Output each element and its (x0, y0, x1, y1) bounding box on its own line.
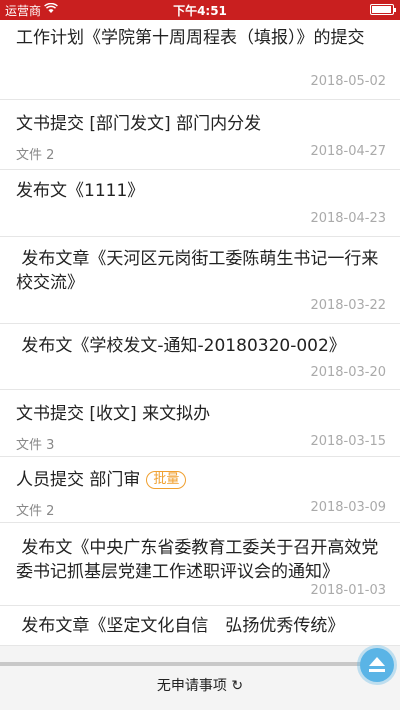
item-title: 发布文《学校发文-通知-20180320-002》 (16, 336, 346, 356)
item-title: 发布文章《天河区元岗街工委陈萌生书记一行来校交流》 (16, 249, 379, 293)
item-title: 发布文《1111》 (16, 181, 145, 201)
item-title: 文书提交 [部门发文] 部门内分发 (16, 114, 262, 134)
item-title: 工作计划《学院第十周周程表（填报）》的提交 (16, 28, 365, 48)
item-file-count: 文件 2 (16, 148, 55, 163)
item-date: 2018-03-20 (310, 365, 386, 380)
status-bar: 运营商 下午4:51 (0, 0, 400, 20)
item-date: 2018-03-15 (310, 434, 386, 449)
item-title: 文书提交 [收文] 来文拟办 (16, 404, 211, 424)
item-title-row: 人员提交 部门审 批量 (16, 468, 386, 492)
list-item[interactable]: 文书提交 [部门发文] 部门内分发 文件 2 2018-04-27 (0, 100, 400, 170)
task-list: 工作计划《学院第十周周程表（填报）》的提交 2018-05-02 文书提交 [部… (0, 20, 400, 646)
footer-bar[interactable]: 无申请事项 ↻ (0, 666, 400, 710)
item-title: 人员提交 部门审 (16, 470, 141, 490)
item-title: 发布文《中央广东省委教育工委关于召开高效党委书记抓基层党建工作述职评议会的通知》 (16, 538, 379, 582)
item-date: 2018-01-03 (310, 583, 386, 598)
list-item[interactable]: 发布文《1111》 2018-04-23 (0, 170, 400, 237)
battery-icon (370, 4, 396, 15)
list-item[interactable]: 工作计划《学院第十周周程表（填报）》的提交 2018-05-02 (0, 20, 400, 100)
batch-badge: 批量 (146, 471, 187, 489)
list-item[interactable]: 人员提交 部门审 批量 文件 2 2018-03-09 (0, 457, 400, 523)
item-date: 2018-05-02 (310, 74, 386, 89)
footer-label: 无申请事项 ↻ (156, 678, 244, 694)
item-date: 2018-03-09 (310, 500, 386, 515)
item-date: 2018-04-23 (310, 211, 386, 226)
list-item[interactable]: 文书提交 [收文] 来文拟办 文件 3 2018-03-15 (0, 390, 400, 457)
eject-icon[interactable] (360, 648, 394, 682)
item-file-count: 文件 3 (16, 438, 55, 453)
item-file-count: 文件 2 (16, 504, 55, 519)
item-date: 2018-04-27 (310, 144, 386, 159)
list-item[interactable]: 发布文章《坚定文化自信 弘扬优秀传统》 (0, 606, 400, 646)
item-title: 发布文章《坚定文化自信 弘扬优秀传统》 (16, 616, 345, 636)
list-item[interactable]: 发布文章《天河区元岗街工委陈萌生书记一行来校交流》 2018-03-22 (0, 237, 400, 324)
status-time: 下午4:51 (173, 4, 227, 18)
list-item[interactable]: 发布文《学校发文-通知-20180320-002》 2018-03-20 (0, 324, 400, 390)
item-date: 2018-03-22 (310, 298, 386, 313)
list-item[interactable]: 发布文《中央广东省委教育工委关于召开高效党委书记抓基层党建工作述职评议会的通知》… (0, 523, 400, 606)
